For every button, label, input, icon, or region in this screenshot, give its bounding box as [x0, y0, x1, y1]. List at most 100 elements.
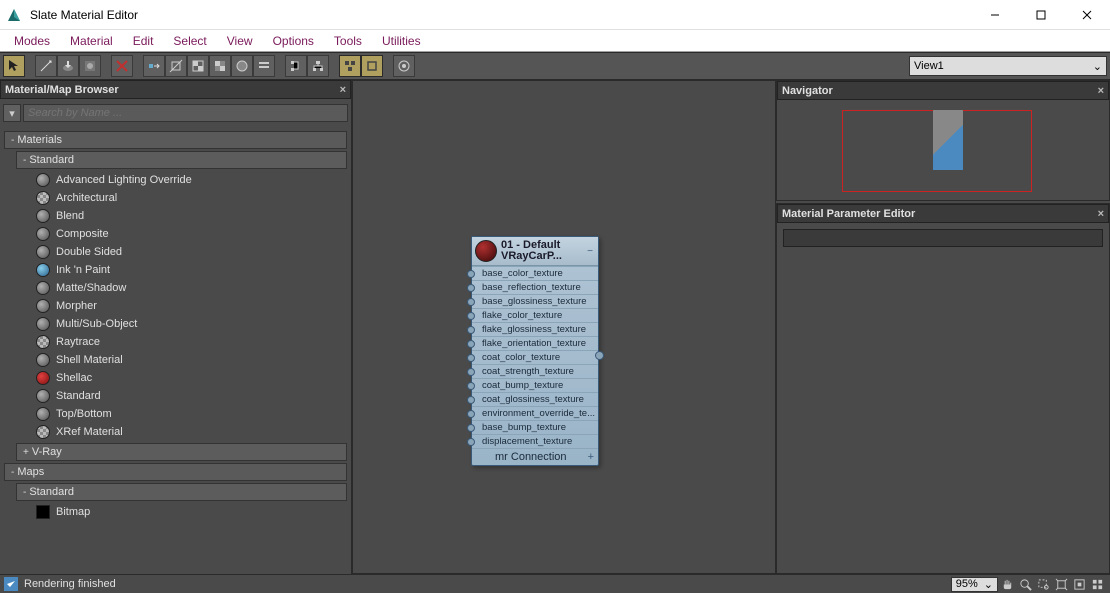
tool-select-button[interactable] [3, 55, 25, 77]
material-item[interactable]: Blend [32, 207, 349, 225]
node-input-port[interactable] [467, 438, 475, 446]
material-node[interactable]: 01 - DefaultVRayCarP... − base_color_tex… [471, 236, 599, 466]
node-input-slot[interactable]: flake_orientation_texture [472, 336, 598, 350]
material-item[interactable]: Composite [32, 225, 349, 243]
node-input-slot[interactable]: base_color_texture [472, 266, 598, 280]
material-item[interactable]: Multi/Sub-Object [32, 315, 349, 333]
zoom-extents-sel-button[interactable] [1071, 576, 1087, 592]
navigator-viewport[interactable] [777, 100, 1109, 200]
node-input-port[interactable] [467, 340, 475, 348]
node-input-slot[interactable]: coat_bump_texture [472, 378, 598, 392]
node-input-port[interactable] [467, 368, 475, 376]
view-dropdown[interactable]: View1 ⌄ [909, 56, 1107, 76]
category-maps-standard[interactable]: -Standard [16, 483, 347, 501]
window-close-button[interactable] [1064, 0, 1110, 30]
node-canvas[interactable]: 01 - DefaultVRayCarP... − base_color_tex… [352, 80, 776, 574]
tool-assign-button[interactable] [57, 55, 79, 77]
menu-select[interactable]: Select [163, 31, 216, 51]
zoom-extents-button[interactable] [1053, 576, 1069, 592]
tool-move-children-button[interactable] [143, 55, 165, 77]
node-input-slot[interactable]: coat_glossiness_texture [472, 392, 598, 406]
menu-modes[interactable]: Modes [4, 31, 60, 51]
category-vray[interactable]: +V-Ray [16, 443, 347, 461]
node-input-port[interactable] [467, 312, 475, 320]
node-input-slot[interactable]: environment_override_te... [472, 406, 598, 420]
node-input-port[interactable] [467, 396, 475, 404]
node-collapse-button[interactable]: − [585, 246, 595, 257]
category-standard[interactable]: -Standard [16, 151, 347, 169]
map-label: Bitmap [56, 506, 90, 518]
tool-show-map-button[interactable] [187, 55, 209, 77]
node-mr-connection[interactable]: mr Connection+ [472, 448, 598, 465]
node-input-slot[interactable]: coat_color_texture [472, 350, 598, 364]
map-item[interactable]: Bitmap [32, 503, 349, 521]
zoom-region-button[interactable] [1035, 576, 1051, 592]
menu-options[interactable]: Options [263, 31, 324, 51]
node-input-port[interactable] [467, 270, 475, 278]
tool-material-id-button[interactable] [393, 55, 415, 77]
node-input-port[interactable] [467, 410, 475, 418]
tool-select-children-button[interactable] [307, 55, 329, 77]
parameter-name-field[interactable] [783, 229, 1103, 247]
window-minimize-button[interactable] [972, 0, 1018, 30]
tool-hide-unused-button[interactable] [165, 55, 187, 77]
pan-tool-button[interactable] [999, 576, 1015, 592]
node-input-slot[interactable]: base_glossiness_texture [472, 294, 598, 308]
zoom-level[interactable]: 95% ⌄ [951, 577, 998, 592]
material-item[interactable]: Top/Bottom [32, 405, 349, 423]
tool-preview-button[interactable] [231, 55, 253, 77]
node-input-slot[interactable]: coat_strength_texture [472, 364, 598, 378]
node-input-slot[interactable]: base_reflection_texture [472, 280, 598, 294]
material-item[interactable]: Advanced Lighting Override [32, 171, 349, 189]
category-materials[interactable]: -Materials [4, 131, 347, 149]
node-input-slot[interactable]: flake_glossiness_texture [472, 322, 598, 336]
material-item[interactable]: Shellac [32, 369, 349, 387]
category-label: V-Ray [32, 446, 62, 458]
node-input-port[interactable] [467, 326, 475, 334]
close-icon[interactable]: × [1098, 85, 1104, 97]
tool-delete-button[interactable] [111, 55, 133, 77]
node-input-port[interactable] [467, 382, 475, 390]
tool-pick-button[interactable] [35, 55, 57, 77]
node-input-port[interactable] [467, 424, 475, 432]
browser-tree[interactable]: -Materials -Standard Advanced Lighting O… [0, 127, 351, 574]
search-options-button[interactable]: ▾ [3, 104, 21, 122]
tool-layout-all-button[interactable] [339, 55, 361, 77]
material-item[interactable]: Ink 'n Paint [32, 261, 349, 279]
node-input-port[interactable] [467, 354, 475, 362]
material-item[interactable]: XRef Material [32, 423, 349, 441]
material-item[interactable]: Raytrace [32, 333, 349, 351]
search-input[interactable] [23, 104, 348, 122]
material-label: Top/Bottom [56, 408, 112, 420]
close-icon[interactable]: × [340, 84, 346, 96]
menu-utilities[interactable]: Utilities [372, 31, 431, 51]
tool-apply-button[interactable] [79, 55, 101, 77]
zoom-tool-button[interactable] [1017, 576, 1033, 592]
node-input-port[interactable] [467, 298, 475, 306]
node-input-slot[interactable]: displacement_texture [472, 434, 598, 448]
material-item[interactable]: Shell Material [32, 351, 349, 369]
tool-layout-children-button[interactable] [361, 55, 383, 77]
material-item[interactable]: Matte/Shadow [32, 279, 349, 297]
material-item[interactable]: Architectural [32, 189, 349, 207]
tool-options-button[interactable] [253, 55, 275, 77]
node-header[interactable]: 01 - DefaultVRayCarP... − [472, 237, 598, 266]
material-label: Ink 'n Paint [56, 264, 110, 276]
tool-select-tree-button[interactable] [285, 55, 307, 77]
category-maps[interactable]: -Maps [4, 463, 347, 481]
menu-material[interactable]: Material [60, 31, 123, 51]
layout-button[interactable] [1089, 576, 1105, 592]
close-icon[interactable]: × [1098, 208, 1104, 220]
window-maximize-button[interactable] [1018, 0, 1064, 30]
material-item[interactable]: Double Sided [32, 243, 349, 261]
menu-edit[interactable]: Edit [123, 31, 164, 51]
category-label: Materials [17, 134, 62, 146]
node-input-port[interactable] [467, 284, 475, 292]
material-item[interactable]: Morpher [32, 297, 349, 315]
menu-tools[interactable]: Tools [324, 31, 372, 51]
node-input-slot[interactable]: base_bump_texture [472, 420, 598, 434]
node-input-slot[interactable]: flake_color_texture [472, 308, 598, 322]
material-item[interactable]: Standard [32, 387, 349, 405]
menu-view[interactable]: View [217, 31, 263, 51]
tool-background-button[interactable] [209, 55, 231, 77]
